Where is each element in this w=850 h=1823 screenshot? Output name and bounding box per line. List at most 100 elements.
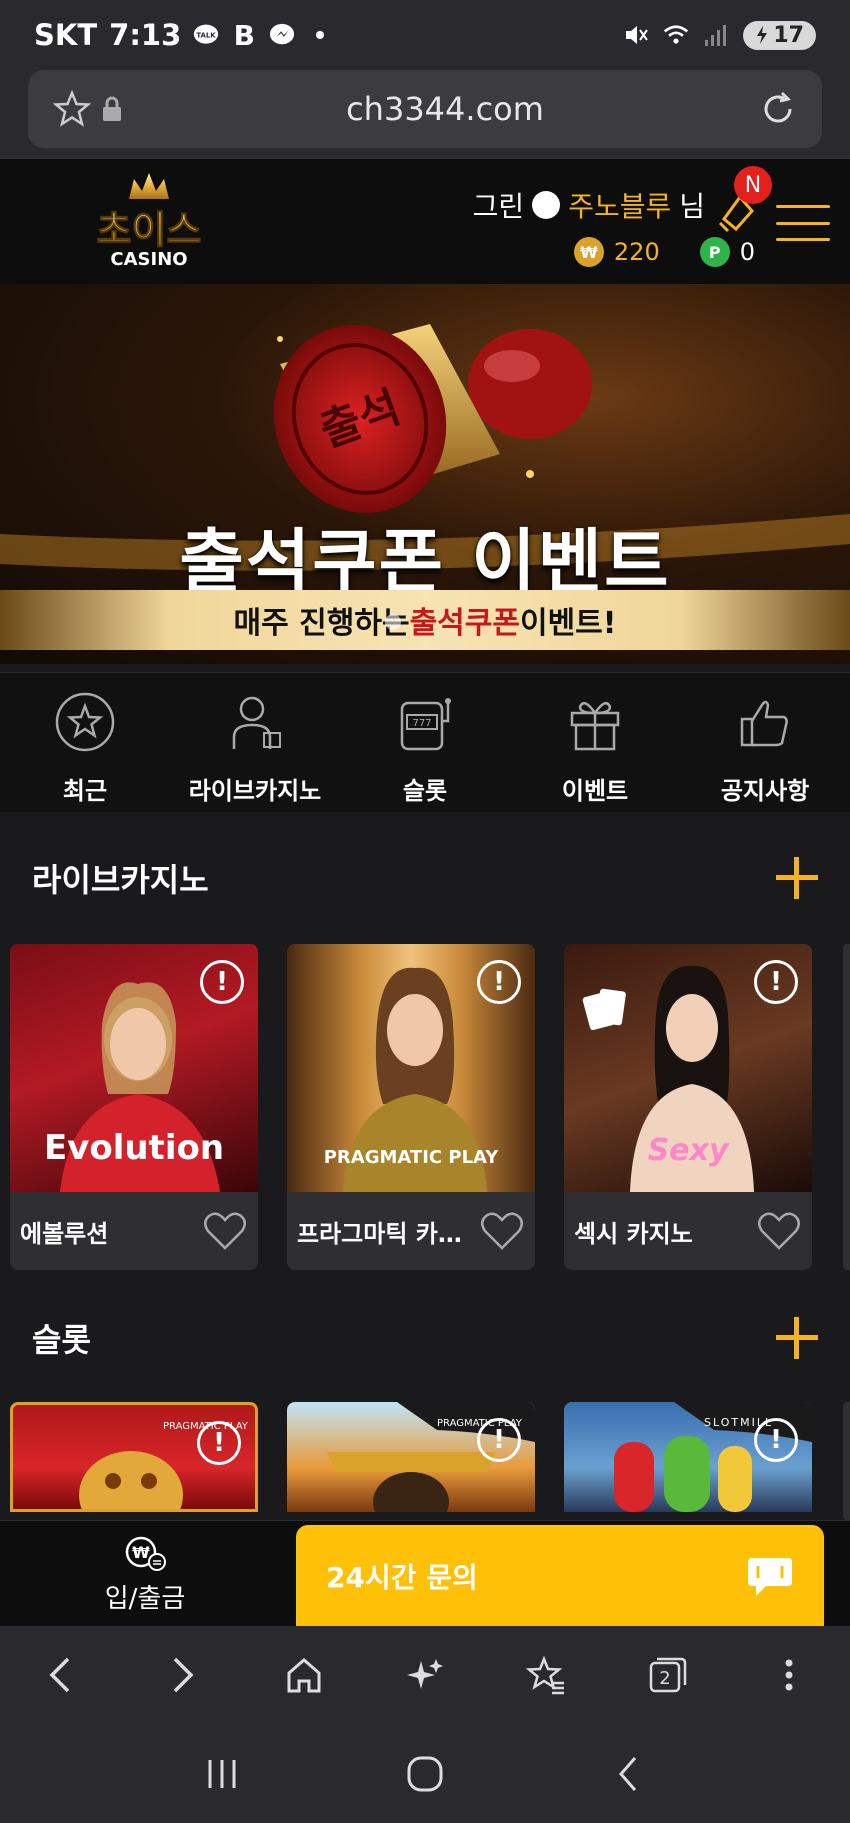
- recent-apps-icon[interactable]: [194, 1746, 250, 1802]
- event-banner[interactable]: 출석 출석쿠폰 이벤트 매주 진행하는 출석쿠폰 이벤트!: [0, 284, 850, 664]
- slot-card-1[interactable]: PRAGMATIC PLAY !: [10, 1402, 258, 1512]
- balance-info: ₩ 220 P 0: [573, 237, 755, 267]
- game-card-title: 섹시 카지노: [574, 1219, 693, 1248]
- svg-text:777: 777: [412, 718, 431, 729]
- site-bottom-bar: ₩ 입/출금 24시간 문의: [0, 1520, 850, 1627]
- won-coin-icon: ₩: [573, 237, 604, 267]
- bookmarks-icon[interactable]: [518, 1647, 574, 1703]
- pragmatic-thumbnail: ! PRAGMATIC PLAY: [287, 944, 535, 1192]
- slot-more-button[interactable]: [776, 1317, 818, 1359]
- live-casino-section-title: 라이브카지노: [32, 861, 209, 899]
- slot-card-2[interactable]: PRAGMATIC PLAY !: [287, 1402, 535, 1512]
- evolution-thumbnail: ! Evolution: [10, 944, 258, 1192]
- money-balance: 220: [613, 238, 660, 266]
- back-icon[interactable]: [33, 1647, 89, 1703]
- notification-badge: N: [734, 166, 772, 204]
- signal-icon: [703, 22, 729, 48]
- thumbs-up-icon: [740, 700, 788, 747]
- sexy-thumbnail: ! Sexy: [564, 944, 812, 1192]
- forward-icon[interactable]: [154, 1647, 210, 1703]
- hamburger-menu-button[interactable]: [776, 205, 830, 241]
- deposit-withdraw-label: 입/출금: [104, 1583, 186, 1614]
- info-icon[interactable]: !: [477, 1418, 521, 1462]
- star-circle-icon: [55, 692, 115, 752]
- slot-card-3[interactable]: SLOTMILL !: [564, 1402, 812, 1512]
- grade-dot-icon: [532, 191, 561, 219]
- support-chat-label: 24시간 문의: [326, 1561, 478, 1594]
- favorite-heart-icon[interactable]: [479, 1210, 525, 1252]
- info-icon[interactable]: !: [477, 960, 521, 1004]
- reload-icon[interactable]: [758, 89, 798, 129]
- slot-cards: PRAGMATIC PLAY ! PRAGMATIC PLAY ! SLOTMI…: [10, 1402, 812, 1512]
- band-icon: B: [233, 18, 255, 52]
- slot-machine-icon: 777: [400, 698, 451, 751]
- messenger-icon: [269, 22, 295, 48]
- more-options-icon[interactable]: [761, 1647, 817, 1703]
- info-icon[interactable]: !: [754, 1418, 798, 1462]
- game-card-pragmatic[interactable]: ! PRAGMATIC PLAY 프라그마틱 카지노: [287, 944, 535, 1270]
- slot-section-header: 슬롯: [0, 1308, 850, 1368]
- status-bar: SKT 7:13 TALK B 17: [0, 0, 850, 70]
- provider-label: Evolution: [43, 1128, 225, 1168]
- user-grade: 그린: [472, 190, 525, 223]
- system-back-icon[interactable]: [600, 1746, 656, 1802]
- time-label: 7:13: [109, 18, 182, 52]
- wallet-exchange-icon: ₩: [125, 1536, 166, 1571]
- chat-bubble-icon: [748, 1558, 792, 1596]
- svg-text:₩: ₩: [132, 1543, 150, 1562]
- site-header: 초이스 CASINO 그린 주노블루 님 ₩ 220 P 0: [0, 158, 850, 284]
- point-coin-icon: P: [699, 237, 730, 267]
- svg-text:초이스: 초이스: [97, 208, 202, 252]
- category-nav: 최근 라이브카지노 777 슬롯 이벤트 공지사항: [0, 672, 850, 812]
- next-slot-peek: [843, 1402, 850, 1520]
- carrier-label: SKT: [34, 18, 98, 52]
- sparkle-icon[interactable]: [397, 1647, 453, 1703]
- info-icon[interactable]: !: [197, 1421, 241, 1465]
- svg-text:2: 2: [659, 1668, 670, 1689]
- home-button-icon[interactable]: [397, 1746, 453, 1802]
- category-recent[interactable]: 최근: [0, 673, 170, 812]
- next-card-peek: [843, 944, 850, 1270]
- user-info: 그린 주노블루 님: [473, 185, 705, 225]
- banner-subtitle: 매주 진행하는 출석쿠폰 이벤트!: [0, 590, 850, 650]
- info-icon[interactable]: !: [754, 960, 798, 1004]
- slot-section-title: 슬롯: [32, 1321, 91, 1359]
- url-bar[interactable]: ch3344.com: [28, 70, 822, 148]
- username[interactable]: 주노블루: [568, 185, 671, 225]
- dealer-icon: [232, 696, 281, 749]
- system-navigation-bar: [0, 1724, 850, 1823]
- category-live-casino[interactable]: 라이브카지노: [170, 673, 340, 812]
- wifi-icon: [663, 22, 689, 48]
- browser-toolbar: 2: [0, 1626, 850, 1724]
- home-icon[interactable]: [276, 1647, 332, 1703]
- gift-icon: [570, 701, 620, 751]
- category-notice[interactable]: 공지사항: [680, 673, 850, 812]
- info-icon[interactable]: !: [200, 960, 244, 1004]
- battery-level: 17: [773, 22, 804, 48]
- live-casino-more-button[interactable]: [776, 857, 818, 899]
- category-slot[interactable]: 777 슬롯: [340, 673, 510, 812]
- battery-icon: 17: [743, 20, 816, 50]
- live-casino-cards: ! Evolution 에볼루션 ! PRAGMATIC PLAY 프라그마틱 …: [10, 944, 812, 1270]
- mute-icon: [623, 22, 649, 48]
- tabs-icon[interactable]: 2: [640, 1647, 696, 1703]
- category-event[interactable]: 이벤트: [510, 673, 680, 812]
- game-card-title: 에볼루션: [20, 1219, 109, 1248]
- support-chat-button[interactable]: 24시간 문의: [296, 1525, 824, 1627]
- bookmark-star-icon[interactable]: [52, 89, 92, 129]
- carousel-indicator[interactable]: [385, 614, 401, 630]
- choice-casino-logo[interactable]: 초이스 CASINO: [74, 171, 224, 271]
- favorite-heart-icon[interactable]: [756, 1210, 802, 1252]
- game-card-title: 프라그마틱 카지노: [297, 1219, 479, 1248]
- game-card-evolution[interactable]: ! Evolution 에볼루션: [10, 944, 258, 1270]
- provider-label: Sexy: [647, 1133, 729, 1168]
- deposit-withdraw-button[interactable]: ₩ 입/출금: [0, 1521, 290, 1627]
- browser-url-area: ch3344.com: [0, 70, 850, 158]
- dot-icon: [307, 22, 333, 48]
- provider-label: PRAGMATIC PLAY: [323, 1147, 499, 1168]
- game-card-sexy[interactable]: ! Sexy 섹시 카지노: [564, 944, 812, 1270]
- point-balance: 0: [739, 238, 755, 266]
- url-text[interactable]: ch3344.com: [132, 90, 758, 128]
- favorite-heart-icon[interactable]: [202, 1210, 248, 1252]
- live-casino-section-header: 라이브카지노: [0, 848, 850, 908]
